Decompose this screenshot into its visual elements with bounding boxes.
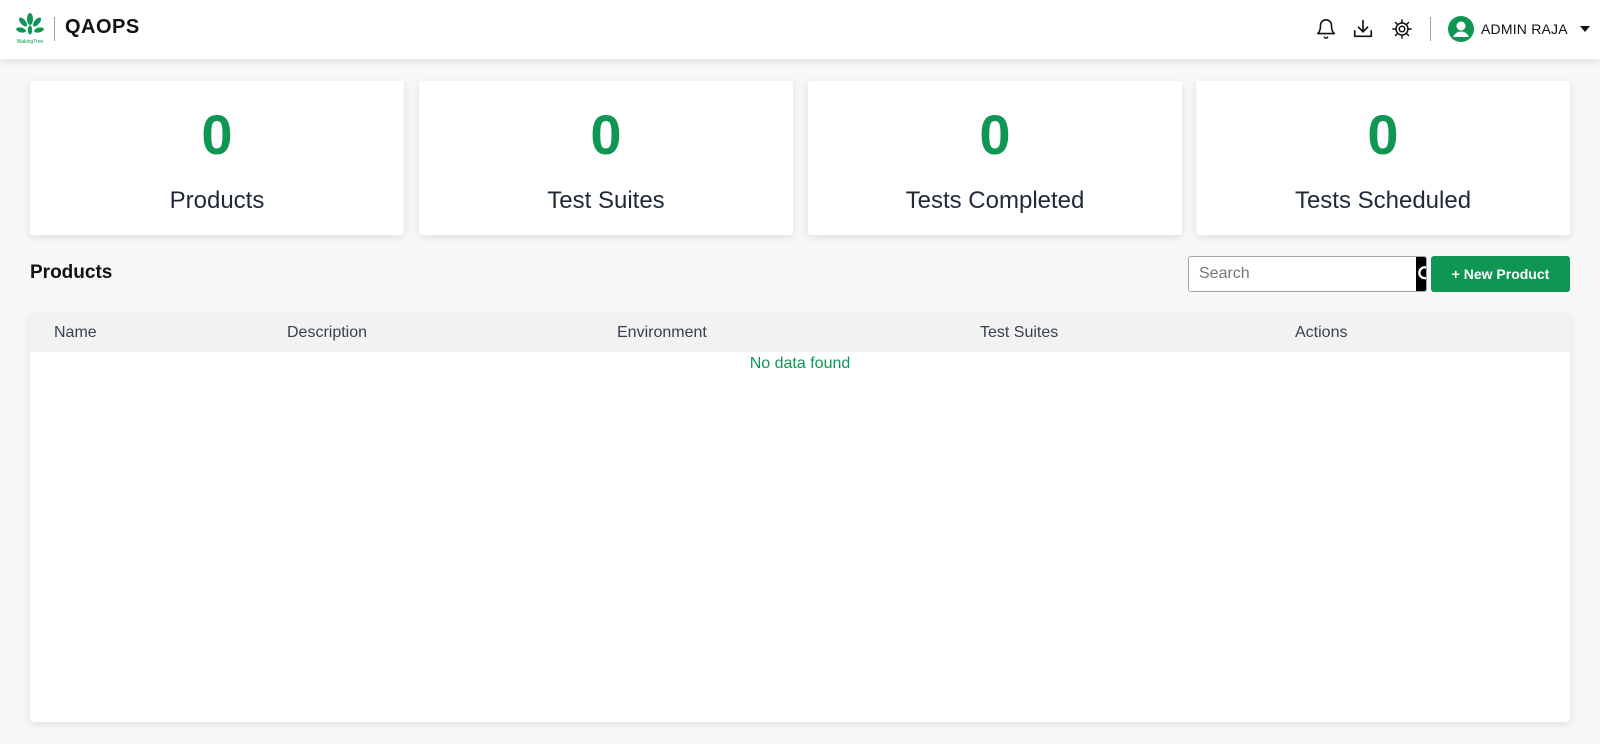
stat-value: 0 bbox=[979, 103, 1011, 166]
user-divider bbox=[1430, 17, 1431, 41]
search-box bbox=[1188, 256, 1427, 292]
search-button[interactable] bbox=[1416, 257, 1426, 291]
search-input[interactable] bbox=[1189, 257, 1416, 291]
empty-state-text: No data found bbox=[749, 355, 851, 372]
download-icon[interactable] bbox=[1350, 16, 1376, 42]
search-icon bbox=[1418, 266, 1426, 280]
stat-label: Products bbox=[169, 187, 265, 214]
logo-divider bbox=[54, 17, 55, 41]
app-title: QAOPS bbox=[65, 16, 140, 38]
stat-card-tests-completed: 0 Tests Completed bbox=[808, 81, 1182, 235]
bell-icon[interactable] bbox=[1313, 16, 1339, 42]
stat-value: 0 bbox=[201, 103, 233, 166]
logo-wordmark: WakingTree bbox=[17, 39, 44, 45]
stat-card-test-suites: 0 Test Suites bbox=[419, 81, 793, 235]
stat-card-products: 0 Products bbox=[30, 81, 404, 235]
top-bar: WakingTree QAOPS ADMIN RAJA bbox=[0, 0, 1600, 59]
stat-label: Tests Scheduled bbox=[1294, 187, 1472, 214]
stat-label: Tests Completed bbox=[905, 187, 1085, 214]
stat-label: Test Suites bbox=[547, 187, 665, 214]
user-avatar-icon bbox=[1448, 16, 1474, 42]
gear-icon[interactable] bbox=[1389, 16, 1415, 42]
table-header-row: Name Description Environment Test Suites… bbox=[30, 314, 1570, 352]
stat-card-tests-scheduled: 0 Tests Scheduled bbox=[1196, 81, 1570, 235]
column-header-description[interactable]: Description bbox=[287, 324, 367, 342]
column-header-name[interactable]: Name bbox=[54, 324, 97, 342]
column-header-actions: Actions bbox=[1295, 324, 1348, 341]
column-header-environment[interactable]: Environment bbox=[617, 324, 707, 342]
new-product-button[interactable]: + New Product bbox=[1431, 256, 1570, 292]
products-section-title: Products bbox=[30, 262, 113, 283]
products-table: Name Description Environment Test Suites… bbox=[30, 314, 1570, 722]
user-name: ADMIN RAJA bbox=[1481, 21, 1568, 37]
column-header-test-suites[interactable]: Test Suites bbox=[980, 324, 1058, 342]
user-menu[interactable]: ADMIN RAJA bbox=[1448, 14, 1590, 44]
stat-value: 0 bbox=[590, 103, 622, 166]
caret-down-icon bbox=[1579, 26, 1590, 32]
stat-value: 0 bbox=[1367, 103, 1399, 166]
company-logo[interactable]: WakingTree bbox=[14, 12, 46, 46]
